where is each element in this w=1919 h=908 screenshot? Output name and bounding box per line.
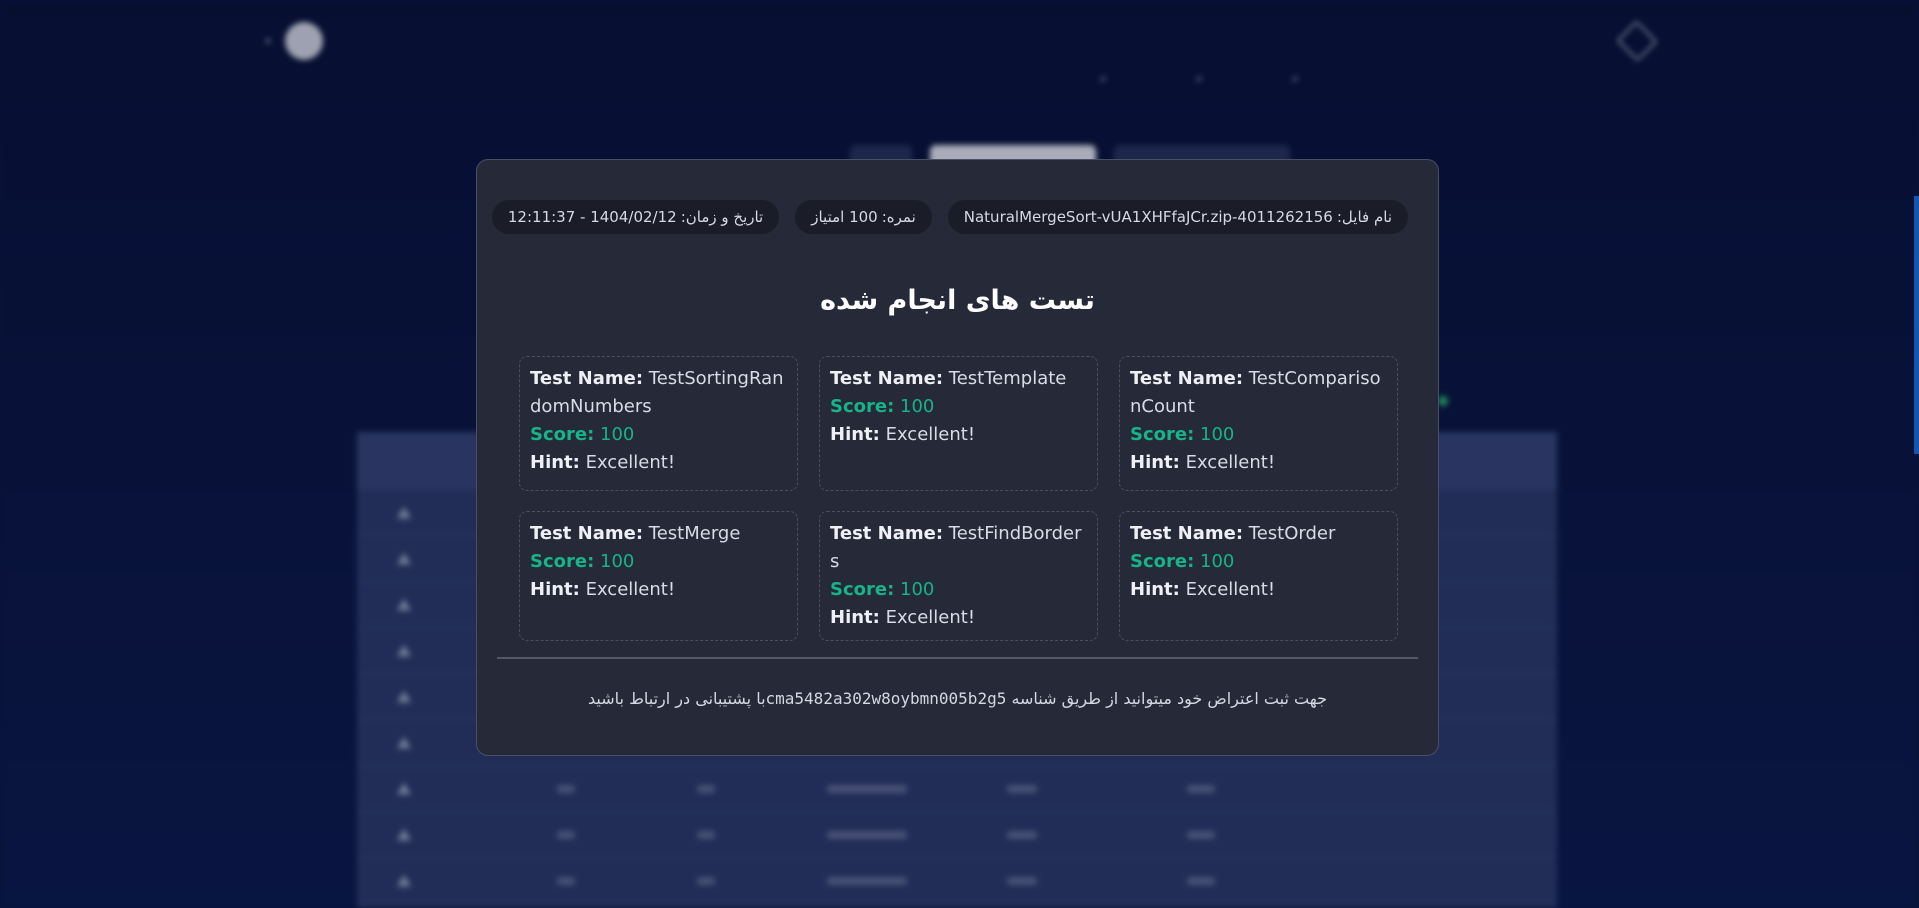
datetime-chip: تاریخ و زمان: 1404/02/12 - 12:11:37 xyxy=(491,200,780,234)
test-score-line: Score: 100 xyxy=(1130,421,1387,449)
test-score-label: Score: xyxy=(530,424,595,445)
test-name-label: Test Name: xyxy=(530,368,644,389)
modal-title: تست های انجام شده xyxy=(820,285,1095,316)
test-name-line: Test Name: TestOrder xyxy=(1130,520,1387,548)
test-score-label: Score: xyxy=(830,579,895,600)
test-hint-label: Hint: xyxy=(830,607,880,628)
test-hint-label: Hint: xyxy=(1130,579,1180,600)
test-score-label: Score: xyxy=(1130,551,1195,572)
test-hint-label: Hint: xyxy=(530,579,580,600)
divider xyxy=(497,657,1418,659)
test-score-line: Score: 100 xyxy=(830,576,1087,604)
test-card: Test Name: TestOrder Score: 100 Hint: Exce… xyxy=(1119,511,1398,641)
test-score-value: 100 xyxy=(900,396,935,417)
test-card: Test Name: TestComparisonCount Score: 100… xyxy=(1119,356,1398,491)
test-results-modal: نام فایل: NaturalMergeSort-vUA1XHFfaJCr.… xyxy=(476,159,1439,756)
test-hint-line: Hint: Excellent! xyxy=(1130,449,1387,477)
test-hint-label: Hint: xyxy=(530,452,580,473)
test-name-label: Test Name: xyxy=(1130,368,1244,389)
test-name-label: Test Name: xyxy=(830,523,944,544)
test-name-label: Test Name: xyxy=(830,368,944,389)
test-hint-value: Excellent! xyxy=(885,607,976,628)
test-score-line: Score: 100 xyxy=(530,548,787,576)
test-score-label: Score: xyxy=(530,551,595,572)
test-score-value: 100 xyxy=(600,424,635,445)
datetime-value: 1404/02/12 - 12:11:37 xyxy=(507,208,677,226)
test-name-line: Test Name: TestFindBorders xyxy=(830,520,1087,576)
test-hint-value: Excellent! xyxy=(1185,579,1276,600)
test-name-line: Test Name: TestSortingRandomNumbers xyxy=(530,365,787,421)
file-name-label: نام فایل: xyxy=(1336,208,1392,226)
test-hint-value: Excellent! xyxy=(885,424,976,445)
test-score-value: 100 xyxy=(1200,424,1235,445)
file-name-value: NaturalMergeSort-vUA1XHFfaJCr.zip-401126… xyxy=(963,208,1333,226)
objection-note: جهت ثبت اعتراض خود میتوانید از طریق شناس… xyxy=(477,689,1438,708)
test-score-label: Score: xyxy=(830,396,895,417)
score-label: نمره: xyxy=(881,208,916,226)
test-hint-label: Hint: xyxy=(1130,452,1180,473)
test-hint-line: Hint: Excellent! xyxy=(1130,576,1387,604)
test-hint-line: Hint: Excellent! xyxy=(830,604,1087,632)
test-card: Test Name: TestMerge Score: 100 Hint: Exce… xyxy=(519,511,798,641)
test-name-line: Test Name: TestMerge xyxy=(530,520,787,548)
score-value: 100 امتیاز xyxy=(811,208,878,226)
meta-row: نام فایل: NaturalMergeSort-vUA1XHFfaJCr.… xyxy=(491,200,1408,234)
test-hint-value: Excellent! xyxy=(1185,452,1276,473)
test-score-label: Score: xyxy=(1130,424,1195,445)
objection-prefix: جهت ثبت اعتراض خود میتوانید از طریق شناس… xyxy=(1011,689,1327,708)
file-name-chip: نام فایل: NaturalMergeSort-vUA1XHFfaJCr.… xyxy=(947,200,1408,234)
test-score-line: Score: 100 xyxy=(530,421,787,449)
test-name-value: TestTemplate xyxy=(948,368,1067,389)
test-hint-line: Hint: Excellent! xyxy=(530,449,787,477)
test-hint-label: Hint: xyxy=(830,424,880,445)
test-hint-value: Excellent! xyxy=(585,579,676,600)
test-card: Test Name: TestFindBorders Score: 100 Hint… xyxy=(819,511,1098,641)
test-score-value: 100 xyxy=(900,579,935,600)
test-card: Test Name: TestTemplate Score: 100 Hint: E… xyxy=(819,356,1098,491)
test-name-value: TestOrder xyxy=(1248,523,1336,544)
test-hint-line: Hint: Excellent! xyxy=(830,421,1087,449)
test-name-label: Test Name: xyxy=(1130,523,1244,544)
test-card: Test Name: TestSortingRandomNumbers Score… xyxy=(519,356,798,491)
test-name-label: Test Name: xyxy=(530,523,644,544)
submission-id: cma5482a302w8oybmn005b2g5 xyxy=(765,689,1007,708)
datetime-label: تاریخ و زمان: xyxy=(680,208,764,226)
test-hint-line: Hint: Excellent! xyxy=(530,576,787,604)
test-cards-grid: Test Name: TestComparisonCount Score: 100… xyxy=(519,356,1398,641)
test-score-value: 100 xyxy=(1200,551,1235,572)
test-hint-value: Excellent! xyxy=(585,452,676,473)
test-name-value: TestMerge xyxy=(648,523,741,544)
test-score-value: 100 xyxy=(600,551,635,572)
test-score-line: Score: 100 xyxy=(1130,548,1387,576)
score-chip: نمره: 100 امتیاز xyxy=(795,200,932,234)
test-name-line: Test Name: TestTemplate xyxy=(830,365,1087,393)
test-name-line: Test Name: TestComparisonCount xyxy=(1130,365,1387,421)
test-score-line: Score: 100 xyxy=(830,393,1087,421)
objection-suffix: با پشتیبانی در ارتباط باشید xyxy=(588,689,766,708)
